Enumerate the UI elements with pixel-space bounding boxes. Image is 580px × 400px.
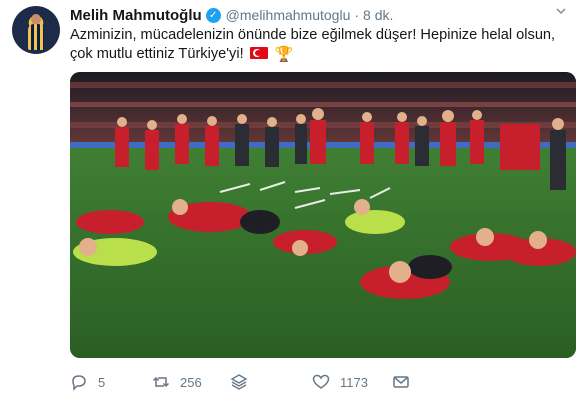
chevron-down-icon[interactable] bbox=[556, 6, 566, 16]
tweet-text: Azminizin, mücadelenizin önünde bize eği… bbox=[70, 26, 570, 64]
reply-count: 5 bbox=[98, 374, 106, 390]
tweet-text-body: Azminizin, mücadelenizin önünde bize eği… bbox=[70, 27, 556, 62]
message-icon bbox=[393, 376, 409, 388]
retweet-icon bbox=[152, 376, 170, 388]
avatar-jersey bbox=[28, 24, 44, 50]
retweet-count: 256 bbox=[180, 374, 202, 390]
tweet[interactable]: Melih Mahmutoğlu ✓ @melihmahmutoglu · 8 … bbox=[0, 0, 580, 400]
tweet-header: Melih Mahmutoğlu ✓ @melihmahmutoglu · 8 … bbox=[70, 5, 393, 25]
photo-illustration bbox=[70, 72, 576, 358]
like-icon bbox=[312, 374, 330, 389]
stack-icon bbox=[230, 374, 248, 390]
user-handle[interactable]: @melihmahmutoglu bbox=[226, 7, 351, 23]
separator-dot: · bbox=[354, 7, 360, 23]
timestamp[interactable]: 8 dk. bbox=[363, 7, 393, 23]
reply-button[interactable]: 5 bbox=[70, 372, 105, 392]
verified-icon: ✓ bbox=[205, 7, 221, 23]
tweet-actions: 5 256 1173 bbox=[70, 372, 570, 392]
stack-button[interactable] bbox=[230, 372, 248, 392]
tweet-photo[interactable] bbox=[70, 72, 576, 358]
display-name[interactable]: Melih Mahmutoğlu bbox=[70, 7, 202, 24]
retweet-button[interactable]: 256 bbox=[152, 372, 202, 392]
trophy-icon: 🏆 bbox=[274, 46, 294, 63]
reply-icon bbox=[72, 375, 86, 391]
like-count: 1173 bbox=[340, 374, 368, 390]
message-button[interactable] bbox=[392, 372, 410, 392]
turkey-flag-icon bbox=[249, 47, 268, 59]
avatar[interactable] bbox=[12, 6, 60, 54]
like-button[interactable]: 1173 bbox=[312, 372, 368, 392]
